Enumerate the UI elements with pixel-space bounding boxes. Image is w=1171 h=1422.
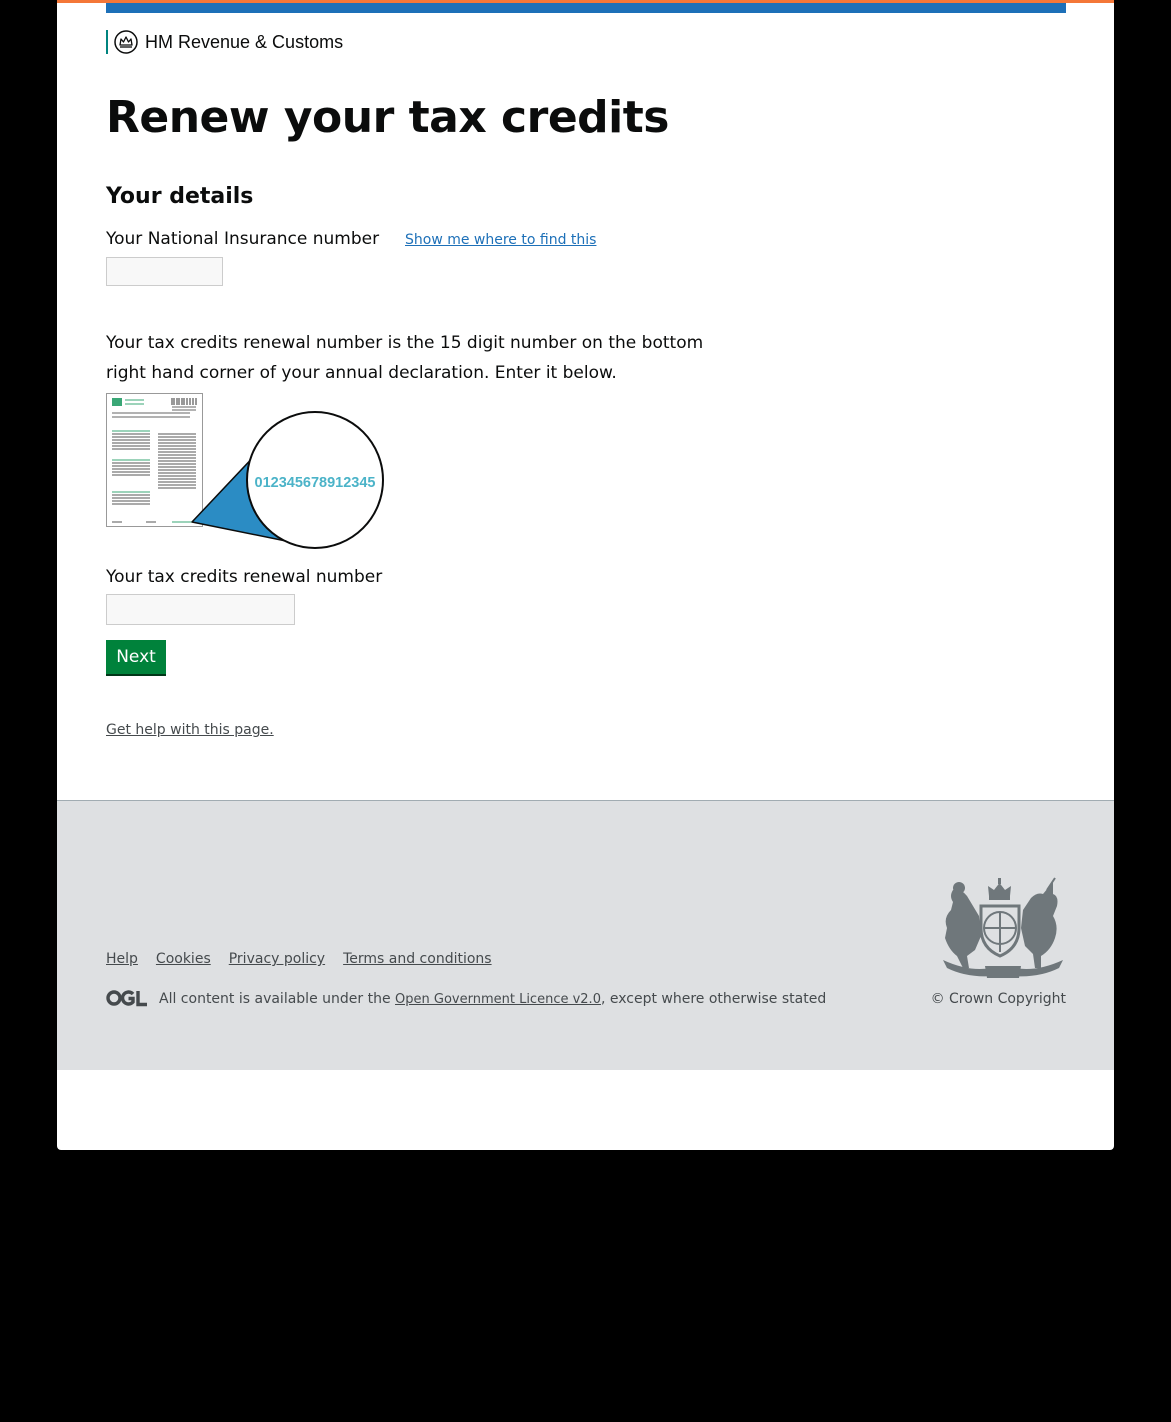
- declaration-form-icon: [106, 393, 203, 527]
- ni-number-label: Your National Insurance number: [106, 229, 380, 249]
- licence-prefix: All content is available under the: [159, 991, 396, 1007]
- renewal-number-input[interactable]: [106, 594, 295, 625]
- renewal-description: Your tax credits renewal number is the 1…: [106, 333, 704, 383]
- footer: Help Cookies Privacy policy Terms and co…: [57, 800, 1114, 1070]
- section-heading: Your details: [106, 184, 254, 209]
- page-title: Renew your tax credits: [106, 92, 669, 143]
- royal-coat-of-arms-icon: [943, 877, 1063, 978]
- org-header: HM Revenue & Customs: [106, 30, 343, 54]
- ogl-licence-link[interactable]: Open Government Licence v2.0: [395, 992, 601, 1007]
- renewal-number-label: Your tax credits renewal number: [106, 567, 383, 587]
- crown-copyright: © Crown Copyright: [930, 991, 1066, 1007]
- example-renewal-number: 012345678912345: [255, 475, 376, 491]
- footer-link-cookies[interactable]: Cookies: [156, 951, 211, 967]
- footer-link-privacy[interactable]: Privacy policy: [229, 951, 325, 967]
- declaration-illustration: 012345678912345: [106, 393, 384, 549]
- footer-link-terms[interactable]: Terms and conditions: [343, 951, 492, 967]
- ogl-logo-icon: [106, 990, 147, 1007]
- crown-crest-icon: [114, 30, 138, 54]
- next-button[interactable]: Next: [106, 640, 166, 676]
- licence-suffix: , except where otherwise stated: [600, 991, 827, 1007]
- header-bar: [106, 3, 1066, 13]
- licence-text: All content is available under the Open …: [159, 991, 826, 1007]
- footer-link-help[interactable]: Help: [106, 951, 138, 967]
- ni-number-input[interactable]: [106, 257, 223, 286]
- org-name: HM Revenue & Customs: [145, 31, 344, 52]
- page: HM Revenue & Customs Renew your tax cred…: [57, 0, 1114, 1150]
- footer-links: Help Cookies Privacy policy Terms and co…: [106, 951, 492, 967]
- get-help-link[interactable]: Get help with this page.: [106, 722, 274, 738]
- show-where-to-find-link[interactable]: Show me where to find this: [405, 232, 596, 248]
